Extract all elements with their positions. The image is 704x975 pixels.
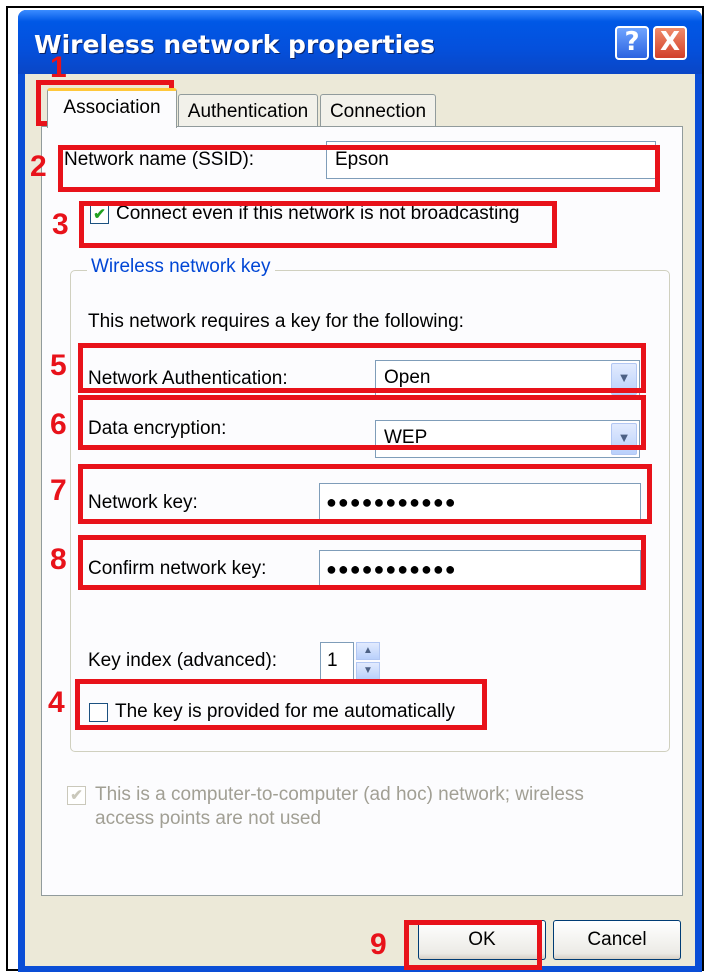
auth-select-value: Open — [384, 367, 431, 388]
chevron-down-icon[interactable]: ▼ — [611, 423, 637, 455]
marker-2: 2 — [30, 150, 47, 183]
auto-key-checkbox[interactable] — [89, 703, 108, 722]
tab-association[interactable]: Association — [47, 88, 177, 128]
spinner-buttons: ▲ ▼ — [356, 642, 380, 680]
ssid-input[interactable]: Epson — [326, 141, 656, 179]
ok-button[interactable]: OK — [418, 920, 546, 960]
chevron-down-icon[interactable]: ▼ — [611, 363, 637, 395]
title-bar[interactable]: Wireless network properties ? X — [18, 10, 702, 74]
close-button[interactable]: X — [653, 26, 687, 60]
key-index-value[interactable]: 1 — [320, 642, 354, 680]
auth-label: Network Authentication: — [88, 368, 288, 389]
network-key-label: Network key: — [88, 492, 198, 513]
confirm-key-input[interactable]: ●●●●●●●●●●● — [319, 550, 641, 590]
help-button[interactable]: ? — [615, 26, 649, 60]
adhoc-checkbox-label-line2: access points are not used — [95, 808, 322, 829]
dialog-window: Wireless network properties ? X Associat… — [18, 10, 702, 972]
requires-key-text: This network requires a key for the foll… — [88, 311, 464, 332]
check-icon: ✔ — [70, 787, 83, 804]
tab-authentication[interactable]: Authentication — [178, 94, 318, 128]
ssid-label: Network name (SSID): — [64, 149, 255, 170]
key-index-spinner[interactable]: 1 ▲ ▼ — [320, 642, 386, 680]
encryption-label: Data encryption: — [88, 418, 227, 439]
marker-6: 6 — [50, 408, 67, 441]
adhoc-checkbox[interactable]: ✔ — [67, 786, 86, 805]
tab-association-label: Association — [63, 97, 161, 118]
help-icon: ? — [624, 27, 640, 57]
marker-8: 8 — [50, 543, 67, 576]
marker-3: 3 — [52, 208, 69, 241]
dialog-client-area: Association Authentication Connection Ne… — [25, 74, 695, 966]
marker-9: 9 — [370, 928, 387, 961]
check-icon: ✔ — [93, 206, 106, 223]
auto-key-checkbox-label: The key is provided for me automatically — [115, 701, 456, 722]
adhoc-checkbox-label-line1: This is a computer-to-computer (ad hoc) … — [95, 784, 584, 805]
broadcast-checkbox[interactable]: ✔ — [90, 205, 109, 224]
tab-connection-label: Connection — [329, 101, 427, 122]
network-key-input[interactable]: ●●●●●●●●●●● — [319, 483, 641, 523]
encryption-select-value: WEP — [384, 427, 428, 448]
tab-authentication-label: Authentication — [187, 101, 309, 122]
tab-connection[interactable]: Connection — [320, 94, 436, 128]
marker-4: 4 — [48, 686, 65, 719]
spin-up-icon[interactable]: ▲ — [356, 642, 380, 660]
auth-select[interactable]: Open ▼ — [375, 360, 640, 398]
marker-7: 7 — [50, 474, 67, 507]
close-icon: X — [659, 27, 681, 57]
marker-1: 1 — [50, 51, 67, 84]
spin-down-icon[interactable]: ▼ — [356, 662, 380, 680]
cancel-button[interactable]: Cancel — [553, 920, 681, 960]
key-index-label: Key index (advanced): — [88, 650, 278, 671]
broadcast-checkbox-label: Connect even if this network is not broa… — [116, 203, 520, 224]
window-title: Wireless network properties — [34, 30, 435, 59]
marker-5: 5 — [50, 349, 67, 382]
encryption-select[interactable]: WEP ▼ — [375, 420, 640, 458]
confirm-key-label: Confirm network key: — [88, 558, 267, 579]
wireless-key-group-title: Wireless network key — [87, 256, 275, 278]
